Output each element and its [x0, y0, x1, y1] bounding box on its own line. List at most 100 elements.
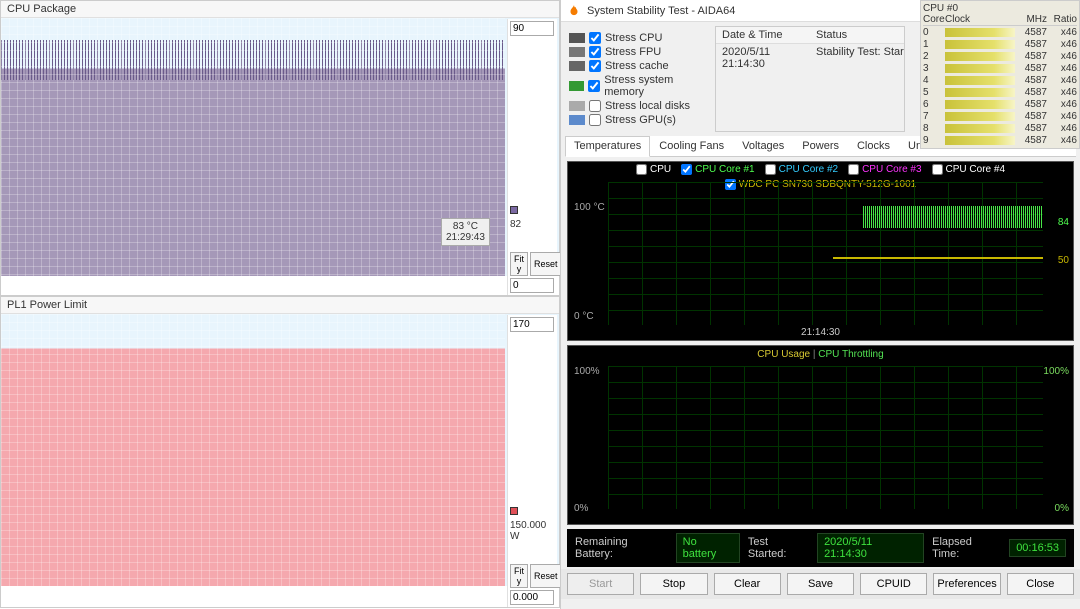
legend-square-icon [510, 206, 518, 214]
stress-label: Stress FPU [605, 46, 661, 58]
legend-item[interactable]: CPU Core #1 [681, 164, 754, 175]
pl1-current-value: 150.000 W [510, 520, 555, 542]
battery-label: Remaining Battery: [575, 536, 668, 560]
stress-icon [569, 115, 585, 125]
stress-options: Stress CPU Stress FPU Stress cache Stress s… [565, 26, 715, 132]
pl1-chart [1, 314, 559, 586]
reset-button[interactable]: Reset [530, 564, 562, 588]
pl1-ymax-input[interactable] [510, 317, 554, 332]
usage-axis-rtop: 100% [1043, 366, 1069, 377]
stress-checkbox[interactable] [589, 32, 601, 44]
cpu-core-row: 04587x46 [923, 26, 1077, 38]
stress-check[interactable]: Stress local disks [569, 100, 711, 112]
start-button[interactable]: Start [567, 573, 634, 595]
temp-time-label: 21:14:30 [801, 327, 840, 338]
cpu-core-row: 84587x46 [923, 122, 1077, 134]
usage-axis-top: 100% [574, 366, 600, 377]
legend-label: CPU Core #4 [946, 164, 1005, 175]
test-started-label: Test Started: [748, 536, 809, 560]
tab-temperatures[interactable]: Temperatures [565, 136, 650, 157]
stress-label: Stress local disks [605, 100, 690, 112]
stress-checkbox[interactable] [589, 46, 601, 58]
stress-label: Stress GPU(s) [605, 114, 676, 126]
tab-clocks[interactable]: Clocks [848, 136, 899, 156]
cpu-core-row: 34587x46 [923, 62, 1077, 74]
stress-icon [569, 81, 584, 91]
stress-check[interactable]: Stress CPU [569, 32, 711, 44]
stress-check[interactable]: Stress cache [569, 60, 711, 72]
stress-check[interactable]: Stress system memory [569, 74, 711, 98]
legend-checkbox[interactable] [636, 164, 647, 175]
stress-checkbox[interactable] [589, 114, 601, 126]
legend-item[interactable]: CPU Core #2 [765, 164, 838, 175]
tab-powers[interactable]: Powers [793, 136, 848, 156]
tab-voltages[interactable]: Voltages [733, 136, 793, 156]
legend-item[interactable]: CPU [636, 164, 671, 175]
temp-axis-bottom: 0 °C [574, 311, 594, 322]
legend-label: CPU Core #2 [779, 164, 838, 175]
usage-axis-bottom: 0% [574, 503, 588, 514]
cpu-package-tooltip: 83 °C 21:29:43 [441, 218, 490, 246]
cpuid-button[interactable]: CPUID [860, 573, 927, 595]
stress-check[interactable]: Stress FPU [569, 46, 711, 58]
cpu-ymin-input[interactable] [510, 278, 554, 293]
col-ratio: Ratio [1047, 14, 1077, 25]
legend-checkbox[interactable] [848, 164, 859, 175]
clear-button[interactable]: Clear [714, 573, 781, 595]
legend-item[interactable]: CPU Core #4 [932, 164, 1005, 175]
log-date-value: 2020/5/11 21:14:30 [716, 44, 810, 72]
cpu-package-chart: 83 °C 21:29:43 [1, 18, 559, 276]
tooltip-temp: 83 °C [446, 221, 485, 232]
temperatures-graph: CPU CPU Core #1 CPU Core #2 CPU Core #3 CPU … [567, 161, 1074, 341]
stop-button[interactable]: Stop [640, 573, 707, 595]
save-button[interactable]: Save [787, 573, 854, 595]
usage-graph: CPU Usage | CPU Throttling 100% 0% 100% … [567, 345, 1074, 525]
cpu-core-row: 74587x46 [923, 110, 1077, 122]
cpu-current-value: 82 [510, 219, 555, 230]
col-mhz: MHz [1015, 14, 1047, 25]
legend-checkbox[interactable] [932, 164, 943, 175]
cpu-ymax-input[interactable] [510, 21, 554, 36]
elapsed-label: Elapsed Time: [932, 536, 1001, 560]
pl1-title: PL1 Power Limit [1, 297, 559, 314]
stress-label: Stress cache [605, 60, 669, 72]
preferences-button[interactable]: Preferences [933, 573, 1000, 595]
legend-checkbox[interactable] [765, 164, 776, 175]
flame-icon [567, 4, 581, 18]
cpu-cores-panel: CPU #0 Core Clock MHz Ratio 04587x461458… [920, 0, 1080, 149]
temp-value-core1: 84 [1058, 217, 1069, 228]
stress-icon [569, 61, 585, 71]
cpu-core-row: 14587x46 [923, 38, 1077, 50]
legend-checkbox[interactable] [681, 164, 692, 175]
log-head-date: Date & Time [716, 27, 810, 43]
log-box: Date & Time Status 2020/5/11 21:14:30 St… [715, 26, 905, 132]
stress-label: Stress CPU [605, 32, 662, 44]
legend-item[interactable]: CPU Core #3 [848, 164, 921, 175]
button-bar: Start Stop Clear Save CPUID Preferences … [561, 569, 1080, 599]
cpu-core-row: 94587x46 [923, 134, 1077, 146]
pl1-ymin-input[interactable] [510, 590, 554, 605]
window-title: System Stability Test - AIDA64 [587, 5, 735, 17]
temp-value-ssd: 50 [1058, 255, 1069, 266]
stress-check[interactable]: Stress GPU(s) [569, 114, 711, 126]
stress-label: Stress system memory [604, 74, 711, 98]
stress-icon [569, 101, 585, 111]
log-head-status: Status [810, 27, 904, 43]
temp-axis-top: 100 °C [574, 202, 605, 213]
reset-button[interactable]: Reset [530, 252, 562, 276]
cpu-core-row: 54587x46 [923, 86, 1077, 98]
usage-axis-rbottom: 0% [1055, 503, 1069, 514]
fit-y-button[interactable]: Fit y [510, 252, 528, 276]
legend-label: CPU Core #1 [695, 164, 754, 175]
elapsed-value: 00:16:53 [1009, 539, 1066, 557]
col-clock: Clock [945, 14, 1015, 25]
legend-label: CPU Core #3 [862, 164, 921, 175]
stress-checkbox[interactable] [589, 100, 601, 112]
cpu-package-title: CPU Package [1, 1, 559, 18]
stress-checkbox[interactable] [589, 60, 601, 72]
stress-checkbox[interactable] [588, 80, 600, 92]
close-button[interactable]: Close [1007, 573, 1074, 595]
fit-y-button[interactable]: Fit y [510, 564, 528, 588]
legend-label: CPU [650, 164, 671, 175]
tab-cooling-fans[interactable]: Cooling Fans [650, 136, 733, 156]
